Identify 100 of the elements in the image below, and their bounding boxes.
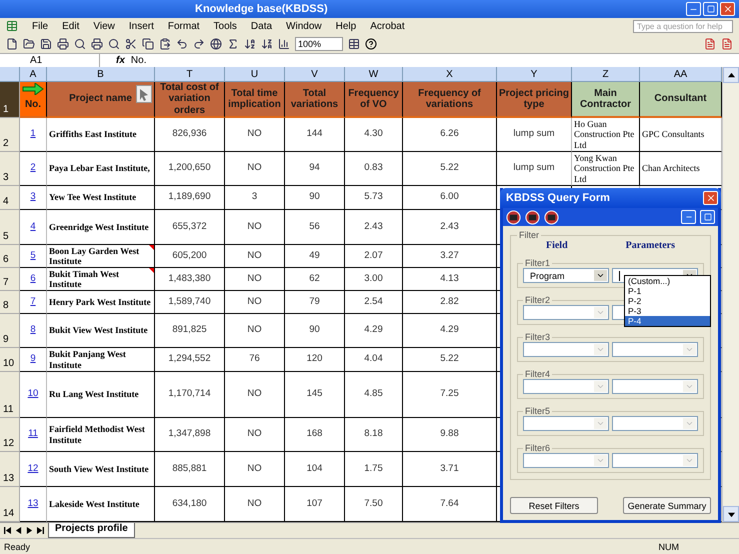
column-header[interactable]: U [225, 67, 285, 82]
table-cell: 2.07 [345, 245, 403, 268]
column-header[interactable]: T [155, 67, 225, 82]
row-header[interactable]: 3 [0, 152, 20, 186]
row-number-link[interactable]: 8 [30, 325, 36, 336]
table-cell: NO [225, 118, 285, 152]
row-header[interactable]: 12 [0, 418, 20, 452]
column-header[interactable]: V [285, 67, 345, 82]
table-cell: NO [225, 268, 285, 291]
table-cell: NO [225, 314, 285, 348]
window-title: Knowledge base(KBDSS) [195, 3, 328, 15]
header-cell: Frequency of variations [403, 82, 497, 118]
filter-label: Filter3 [524, 332, 552, 342]
zoom-field[interactable]: 100% [295, 36, 343, 50]
table-cell: 3 [225, 186, 285, 210]
menu-item[interactable]: Help [336, 20, 356, 32]
column-header[interactable]: B [47, 67, 155, 82]
table-cell: NO [225, 210, 285, 245]
table-cell: NO [225, 372, 285, 418]
column-header[interactable]: A [20, 67, 47, 82]
table-cell: 4.04 [345, 348, 403, 372]
header-cell: Main Contractor [572, 82, 640, 118]
table-cell: 2.43 [403, 210, 497, 245]
menu-item[interactable]: File [32, 20, 48, 32]
table-cell: 1,294,552 [155, 348, 225, 372]
column-heading: Field [546, 240, 568, 251]
header-cell: Total variations [285, 82, 345, 118]
row-header[interactable]: 11 [0, 372, 20, 418]
table-cell: lump sum [497, 118, 572, 152]
row-header[interactable]: 9 [0, 314, 20, 348]
field-dropdown[interactable]: Program [523, 268, 609, 283]
row-number-link[interactable]: 3 [30, 192, 36, 203]
row-number-link[interactable]: 6 [30, 274, 36, 284]
column-header[interactable]: Y [497, 67, 572, 82]
column-header[interactable]: AA [640, 67, 722, 82]
table-cell: Boon Lay Garden West Institute [47, 245, 155, 268]
row-header[interactable]: 7 [0, 268, 20, 291]
table-cell: 104 [285, 452, 345, 487]
menu-item[interactable]: Window [286, 20, 322, 32]
table-cell: 56 [285, 210, 345, 245]
function-label: fx [116, 55, 125, 66]
num-lock-indicator: NUM [658, 542, 679, 552]
header-cell: Total time implication [225, 82, 285, 118]
table-cell: 1,189,690 [155, 186, 225, 210]
row-header[interactable]: 14 [0, 487, 20, 522]
table-cell: 1,483,380 [155, 268, 225, 291]
row-header[interactable]: 13 [0, 452, 20, 487]
row-header[interactable]: 6 [0, 245, 20, 268]
menu-item[interactable]: Data [250, 20, 272, 32]
row-number-link[interactable]: 4 [30, 222, 36, 232]
table-cell: 8.18 [345, 418, 403, 452]
menu-item[interactable]: Edit [62, 20, 80, 32]
table-cell: 891,825 [155, 314, 225, 348]
row-header[interactable]: 4 [0, 186, 20, 210]
row-number-link[interactable]: 2 [30, 163, 36, 174]
table-cell: 2.54 [345, 291, 403, 314]
row-number-link[interactable]: 10 [28, 389, 38, 400]
table-cell: 0.83 [345, 152, 403, 186]
header-cell: Project name [47, 82, 155, 118]
table-cell: 90 [285, 314, 345, 348]
table-cell: Greenridge West Institute [47, 210, 155, 245]
table-cell: Bukit View West Institute [47, 314, 155, 348]
menu-item[interactable]: Acrobat [370, 20, 405, 32]
menu-item[interactable]: View [93, 20, 115, 32]
table-cell: NO [225, 152, 285, 186]
row-header[interactable]: 8 [0, 291, 20, 314]
help-search-field[interactable]: Type a question for help [633, 20, 733, 32]
column-header[interactable]: X [403, 67, 497, 82]
dialog-title: KBDSS Query Form [506, 192, 610, 204]
sheet-tab[interactable]: Projects profile [48, 523, 135, 538]
column-header[interactable]: W [345, 67, 403, 82]
row-number-link[interactable]: 11 [28, 429, 38, 440]
row-header[interactable]: 2 [0, 118, 20, 152]
menu-item[interactable]: Insert [128, 20, 154, 32]
row-header[interactable]: 1 [0, 82, 20, 118]
dropdown-option[interactable]: P-4 [625, 316, 710, 326]
generate-button[interactable]: Generate Summary [623, 497, 711, 514]
table-cell: NO [225, 245, 285, 268]
table-cell: NO [225, 291, 285, 314]
reset-button[interactable]: Reset Filters [510, 497, 598, 514]
row-number-link[interactable]: 12 [28, 464, 38, 474]
menu-item[interactable]: Tools [214, 20, 237, 32]
filter-label: Filter4 [524, 369, 552, 379]
table-cell: Yew Tee West Institute [47, 186, 155, 210]
table-cell: 144 [285, 118, 345, 152]
menu-item[interactable]: Format [168, 20, 200, 32]
row-number-link[interactable]: 1 [30, 129, 36, 140]
row-number-link[interactable]: 13 [28, 498, 38, 510]
filter-label: Filter5 [524, 406, 552, 416]
header-cell: Consultant [640, 82, 722, 118]
row-number-link[interactable]: 7 [30, 296, 36, 308]
row-number-link[interactable]: 9 [30, 354, 36, 365]
table-cell: 2.82 [403, 291, 497, 314]
row-header[interactable]: 10 [0, 348, 20, 372]
column-heading: Parameters [626, 240, 676, 251]
row-number-link[interactable]: 5 [30, 250, 36, 262]
table-cell: 1,589,740 [155, 291, 225, 314]
column-header[interactable]: Z [572, 67, 640, 82]
table-cell: South View West Institute [47, 452, 155, 487]
row-header[interactable]: 5 [0, 210, 20, 245]
